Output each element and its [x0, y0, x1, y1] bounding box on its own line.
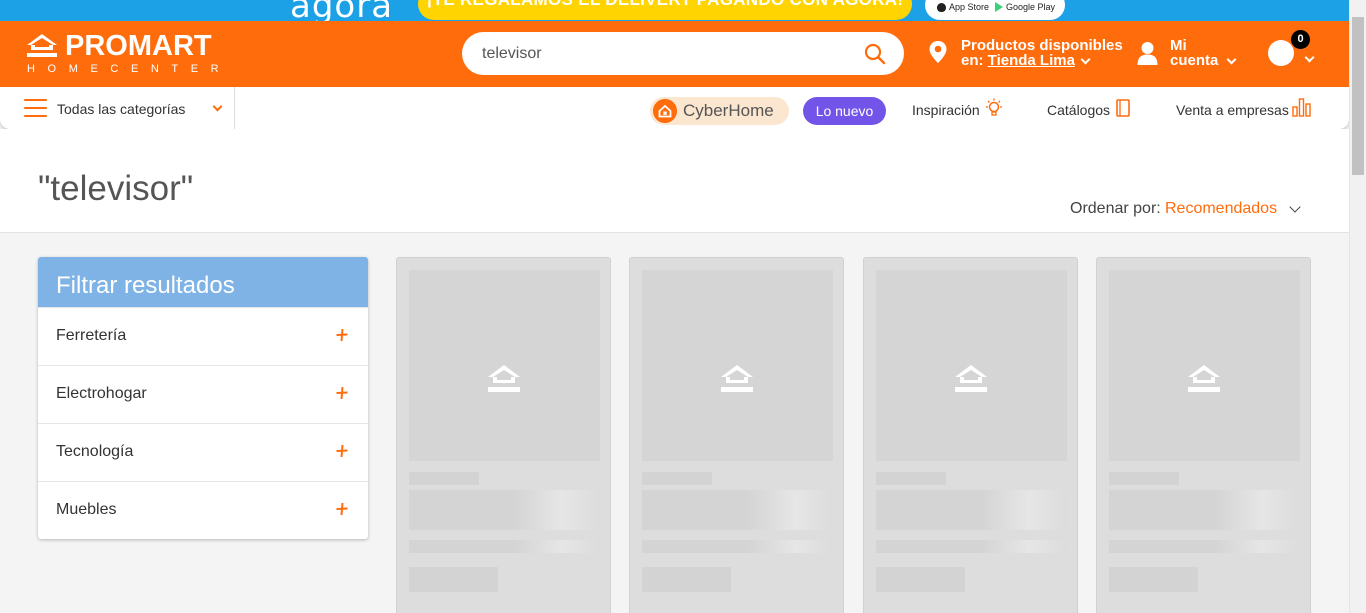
- main-header: PROMART HOMECENTER Productos disponibles…: [0, 21, 1349, 87]
- text-placeholder: [1109, 490, 1300, 530]
- location-line2: en: Tienda Lima: [961, 52, 1075, 69]
- search-input[interactable]: [482, 32, 852, 75]
- house-placeholder-icon: [721, 365, 753, 392]
- all-categories-label: Todas las categorías: [57, 101, 186, 117]
- logo-subtitle: HOMECENTER: [27, 63, 232, 75]
- text-placeholder: [409, 472, 479, 485]
- text-placeholder: [409, 490, 600, 530]
- location-pin-icon: [929, 41, 947, 63]
- chevron-down-icon: [1304, 52, 1315, 63]
- search-query-title: "televisor": [38, 169, 194, 208]
- filter-panel: Filtrar resultados Ferretería Electrohog…: [38, 257, 368, 539]
- app-store-label: App Store: [949, 2, 990, 12]
- text-placeholder: [1109, 540, 1300, 553]
- house-placeholder-icon: [1188, 365, 1220, 392]
- google-play-label: Google Play: [1006, 2, 1056, 12]
- product-card-placeholder: [1096, 257, 1311, 613]
- cart-count-badge: 0: [1291, 30, 1310, 49]
- search-bar: [462, 32, 904, 75]
- chevron-down-icon: [1080, 54, 1091, 65]
- user-icon: [1137, 42, 1158, 65]
- logo-wordmark: PROMART: [65, 30, 212, 62]
- chevron-down-icon: [212, 101, 223, 112]
- hamburger-menu-icon: [24, 99, 47, 117]
- text-placeholder: [642, 490, 833, 530]
- filter-item-label: Tecnología: [56, 443, 134, 460]
- app-store-badges[interactable]: App Store Google Play: [925, 0, 1065, 20]
- text-placeholder: [409, 540, 600, 553]
- venta-empresas-label: Venta a empresas: [1176, 102, 1289, 118]
- google-play-badge[interactable]: Google Play: [995, 2, 1055, 12]
- filter-panel-title: Filtrar resultados: [38, 257, 368, 307]
- store-name[interactable]: Tienda Lima: [988, 52, 1075, 69]
- filter-item-label: Muebles: [56, 501, 117, 518]
- filter-item-electrohogar[interactable]: Electrohogar: [38, 365, 368, 423]
- product-card-placeholder: [629, 257, 844, 613]
- plus-icon: [336, 386, 348, 400]
- filter-item-ferreteria[interactable]: Ferretería: [38, 307, 368, 365]
- catalog-book-icon: [1116, 99, 1130, 117]
- page-scrollbar[interactable]: [1349, 0, 1366, 613]
- search-icon[interactable]: [864, 43, 886, 65]
- sort-dropdown[interactable]: Ordenar por: Recomendados: [1070, 200, 1301, 218]
- text-placeholder: [1109, 472, 1179, 485]
- venta-empresas-link[interactable]: Venta a empresas: [1176, 98, 1311, 118]
- promo-message: ¡TE REGALAMOS EL DELIVERY PAGANDO CON AG…: [418, 0, 912, 10]
- price-placeholder: [1109, 567, 1198, 592]
- cart-icon: [1268, 40, 1294, 66]
- cyberhome-icon: [653, 99, 677, 123]
- plus-icon: [336, 502, 348, 516]
- price-placeholder: [409, 567, 498, 592]
- sort-value: Recomendados: [1165, 200, 1278, 217]
- text-placeholder: [876, 540, 1067, 553]
- text-placeholder: [876, 490, 1067, 530]
- promo-message-pill: ¡TE REGALAMOS EL DELIVERY PAGANDO CON AG…: [418, 0, 912, 20]
- house-placeholder-icon: [955, 365, 987, 392]
- results-title-band: "televisor" Ordenar por: Recomendados: [0, 129, 1349, 233]
- app-store-badge[interactable]: App Store: [937, 2, 989, 12]
- product-image-placeholder: [1109, 270, 1300, 461]
- inspiracion-label: Inspiración: [912, 102, 980, 118]
- location-prefix: en:: [961, 52, 988, 69]
- category-nav: Todas las categorías CyberHome Lo nuevo …: [0, 87, 1349, 129]
- all-categories-menu[interactable]: Todas las categorías: [24, 87, 235, 129]
- chevron-down-icon: [1226, 54, 1237, 65]
- catalogos-label: Catálogos: [1047, 102, 1111, 118]
- product-image-placeholder: [409, 270, 600, 461]
- plus-icon: [336, 328, 348, 342]
- promo-brand: agora: [290, 0, 394, 21]
- price-placeholder: [876, 567, 965, 592]
- text-placeholder: [642, 540, 833, 553]
- product-image-placeholder: [642, 270, 833, 461]
- product-image-placeholder: [876, 270, 1067, 461]
- text-placeholder: [876, 472, 946, 485]
- catalogos-link[interactable]: Catálogos: [1047, 99, 1130, 118]
- apple-icon: [937, 2, 946, 12]
- plus-icon: [336, 444, 348, 458]
- scrollbar-thumb[interactable]: [1352, 17, 1364, 175]
- sort-label: Ordenar por:: [1070, 200, 1161, 217]
- product-card-placeholder: [396, 257, 611, 613]
- house-placeholder-icon: [488, 365, 520, 392]
- price-placeholder: [642, 567, 731, 592]
- filter-item-label: Ferretería: [56, 327, 127, 344]
- google-play-icon: [995, 2, 1003, 12]
- cyberhome-label: CyberHome: [683, 101, 774, 120]
- text-placeholder: [642, 472, 712, 485]
- cyberhome-link[interactable]: CyberHome: [650, 97, 789, 125]
- product-card-placeholder: [863, 257, 1078, 613]
- lo-nuevo-button[interactable]: Lo nuevo: [803, 97, 886, 125]
- filter-item-label: Electrohogar: [56, 385, 147, 402]
- filter-item-muebles[interactable]: Muebles: [38, 481, 368, 539]
- account-line2: cuenta: [1170, 52, 1219, 69]
- bar-chart-icon: [1292, 98, 1311, 117]
- chevron-down-icon: [1289, 201, 1301, 213]
- house-logo-icon: [27, 34, 57, 57]
- lightbulb-icon: [986, 98, 1002, 116]
- inspiracion-link[interactable]: Inspiración: [912, 98, 1002, 118]
- promo-banner[interactable]: agora ¡TE REGALAMOS EL DELIVERY PAGANDO …: [0, 0, 1349, 21]
- filter-item-tecnologia[interactable]: Tecnología: [38, 423, 368, 481]
